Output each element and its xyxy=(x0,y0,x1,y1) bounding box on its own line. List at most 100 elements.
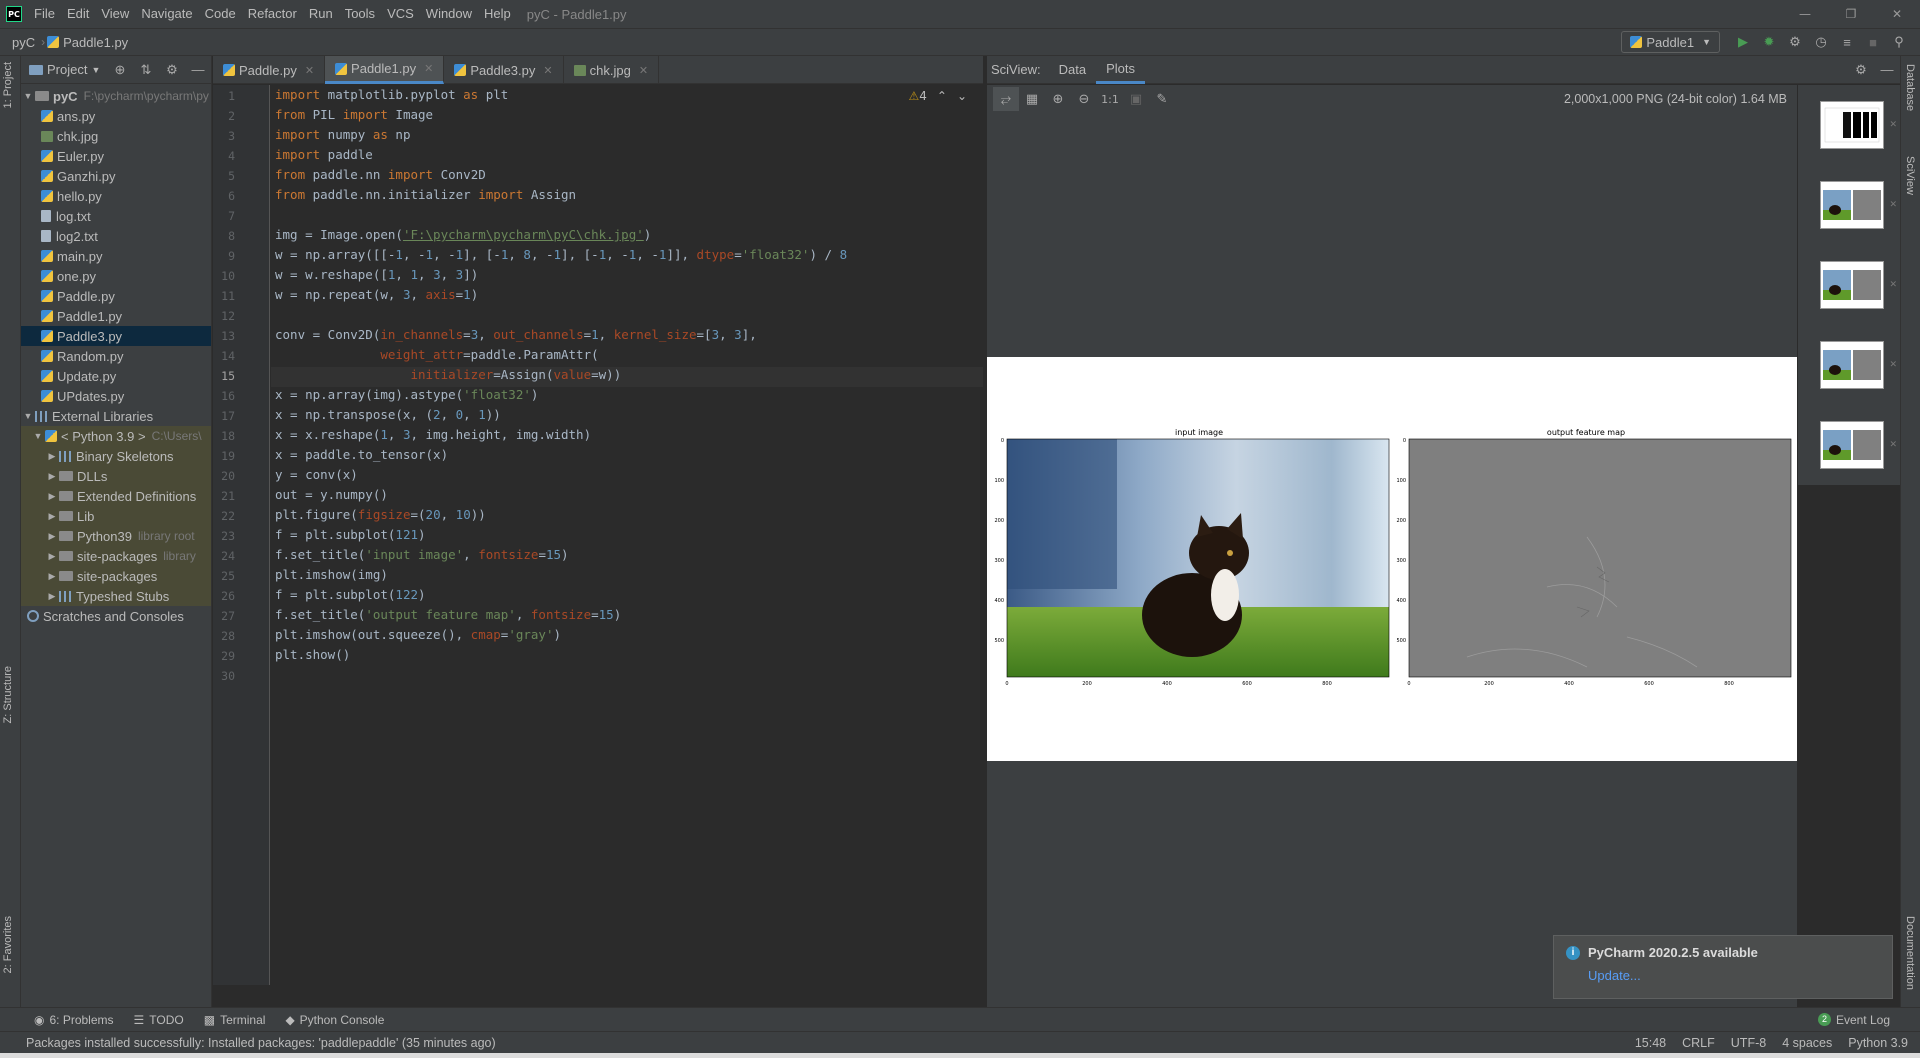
menu-navigate[interactable]: Navigate xyxy=(135,0,198,28)
collapse-all-icon[interactable]: ⇅ xyxy=(133,62,159,78)
breadcrumb-file[interactable]: Paddle1.py xyxy=(47,35,128,50)
project-tool-tab[interactable]: 1: Project xyxy=(2,62,14,108)
gear-icon[interactable]: ⚙ xyxy=(159,62,185,78)
tree-library[interactable]: ▶ site-packages xyxy=(21,566,211,586)
tree-library[interactable]: ▶ Extended Definitions xyxy=(21,486,211,506)
tree-external-libraries[interactable]: ▼ External Libraries xyxy=(21,406,211,426)
tree-library[interactable]: ▶ site-packages library xyxy=(21,546,211,566)
breadcrumb-project[interactable]: pyC xyxy=(0,35,39,50)
sciview-tool-tab[interactable]: SciView xyxy=(1904,156,1916,195)
tree-file[interactable]: log.txt xyxy=(21,206,211,226)
status-encoding[interactable]: UTF-8 xyxy=(1731,1036,1766,1050)
inspection-widget[interactable]: ⚠4 ⌃ ⌄ xyxy=(908,89,967,103)
update-link[interactable]: Update... xyxy=(1588,968,1641,983)
menu-code[interactable]: Code xyxy=(199,0,242,28)
run-icon[interactable]: ▶ xyxy=(1730,31,1756,53)
locate-icon[interactable]: ⊕ xyxy=(107,62,133,78)
coverage-icon[interactable]: ⚙ xyxy=(1782,31,1808,53)
structure-tool-tab[interactable]: Z: Structure xyxy=(2,666,14,723)
status-interpreter[interactable]: Python 3.9 xyxy=(1848,1036,1908,1050)
tree-library[interactable]: ▶ Lib xyxy=(21,506,211,526)
tree-file[interactable]: main.py xyxy=(21,246,211,266)
close-icon[interactable]: ✕ xyxy=(1889,120,1897,130)
menu-refactor[interactable]: Refactor xyxy=(242,0,303,28)
sciview-tab-data[interactable]: Data xyxy=(1049,56,1096,84)
tree-library[interactable]: ▶ Typeshed Stubs xyxy=(21,586,211,606)
tree-file[interactable]: Paddle.py xyxy=(21,286,211,306)
sciview-tab-plots[interactable]: Plots xyxy=(1096,56,1145,84)
tree-file[interactable]: chk.jpg xyxy=(21,126,211,146)
run-configuration-select[interactable]: Paddle1 ▼ xyxy=(1621,31,1720,53)
close-icon[interactable]: ✕ xyxy=(639,64,648,77)
hide-icon[interactable]: — xyxy=(185,62,211,78)
problems-tool-button[interactable]: ◉ 6: Problems xyxy=(0,1013,124,1027)
stop-icon[interactable]: ■ xyxy=(1860,31,1886,53)
tree-file[interactable]: log2.txt xyxy=(21,226,211,246)
restore-icon[interactable]: ❐ xyxy=(1828,0,1874,28)
zoom-out-icon[interactable]: ⊖ xyxy=(1071,87,1097,111)
menu-file[interactable]: File xyxy=(28,0,61,28)
menu-run[interactable]: Run xyxy=(303,0,339,28)
plot-thumbnail-selected[interactable]: ✕ xyxy=(1820,421,1897,469)
status-indent[interactable]: 4 spaces xyxy=(1782,1036,1832,1050)
tree-file[interactable]: hello.py xyxy=(21,186,211,206)
tree-file[interactable]: ans.py xyxy=(21,106,211,126)
profile-icon[interactable]: ◷ xyxy=(1808,31,1834,53)
tree-root[interactable]: ▼ pyC F:\pycharm\pycharm\py xyxy=(21,86,211,106)
menu-tools[interactable]: Tools xyxy=(339,0,381,28)
plot-thumbnail[interactable]: ✕ xyxy=(1820,101,1897,149)
close-icon[interactable]: ✕ xyxy=(424,62,433,75)
run-concurrency-icon[interactable]: ≡ xyxy=(1834,31,1860,53)
chevron-down-icon[interactable]: ⌄ xyxy=(957,89,967,103)
menu-window[interactable]: Window xyxy=(420,0,478,28)
editor-tab[interactable]: Paddle3.py ✕ xyxy=(444,56,564,84)
fit-zoom-icon[interactable]: ⥂ xyxy=(993,87,1019,111)
tree-library[interactable]: ▶ Python39 library root xyxy=(21,526,211,546)
documentation-tool-tab[interactable]: Documentation xyxy=(1904,916,1916,990)
tree-file[interactable]: Random.py xyxy=(21,346,211,366)
status-line-separator[interactable]: CRLF xyxy=(1682,1036,1715,1050)
chevron-down-icon[interactable]: ▼ xyxy=(91,65,100,75)
plot-thumbnail[interactable]: ✕ xyxy=(1820,261,1897,309)
close-icon[interactable]: ✕ xyxy=(1889,360,1897,370)
close-icon[interactable]: ✕ xyxy=(305,64,314,77)
menu-edit[interactable]: Edit xyxy=(61,0,95,28)
status-caret-position[interactable]: 15:48 xyxy=(1635,1036,1666,1050)
tree-python-sdk[interactable]: ▼ < Python 3.9 > C:\Users\ xyxy=(21,426,211,446)
terminal-tool-button[interactable]: ▩ Terminal xyxy=(194,1013,276,1027)
tree-file[interactable]: UPdates.py xyxy=(21,386,211,406)
zoom-in-icon[interactable]: ⊕ xyxy=(1045,87,1071,111)
actual-size-button[interactable]: 1:1 xyxy=(1097,87,1123,111)
gear-icon[interactable]: ⚙ xyxy=(1848,62,1874,78)
close-icon[interactable]: ✕ xyxy=(543,64,552,77)
grid-icon[interactable]: ▦ xyxy=(1019,87,1045,111)
close-icon[interactable]: ✕ xyxy=(1889,200,1897,210)
event-log-button[interactable]: 2 Event Log xyxy=(1817,1013,1890,1027)
close-icon[interactable]: ✕ xyxy=(1889,280,1897,290)
menu-vcs[interactable]: VCS xyxy=(381,0,420,28)
tree-file[interactable]: Ganzhi.py xyxy=(21,166,211,186)
todo-tool-button[interactable]: ☰ TODO xyxy=(124,1013,194,1027)
code-editor[interactable]: ⚠4 ⌃ ⌄ import matplotlib.pyplot as plt f… xyxy=(271,85,983,985)
database-tool-tab[interactable]: Database xyxy=(1904,64,1916,111)
tree-file[interactable]: Paddle1.py xyxy=(21,306,211,326)
status-message[interactable]: Packages installed successfully: Install… xyxy=(0,1036,496,1050)
tree-file[interactable]: Update.py xyxy=(21,366,211,386)
chevron-up-icon[interactable]: ⌃ xyxy=(937,89,947,103)
menu-help[interactable]: Help xyxy=(478,0,517,28)
tree-library[interactable]: ▶ DLLs xyxy=(21,466,211,486)
close-icon[interactable]: ✕ xyxy=(1874,0,1920,28)
plot-thumbnail[interactable]: ✕ xyxy=(1820,181,1897,229)
search-icon[interactable]: ⚲ xyxy=(1886,31,1912,53)
debug-icon[interactable]: ✹ xyxy=(1756,31,1782,53)
tree-library[interactable]: ▶ Binary Skeletons xyxy=(21,446,211,466)
minimize-icon[interactable]: — xyxy=(1782,0,1828,28)
editor-tab-active[interactable]: Paddle1.py ✕ xyxy=(325,56,445,84)
tree-file[interactable]: one.py xyxy=(21,266,211,286)
background-icon[interactable]: ▣ xyxy=(1123,87,1149,111)
tree-file[interactable]: Euler.py xyxy=(21,146,211,166)
color-picker-icon[interactable]: ✎ xyxy=(1149,87,1175,111)
editor-tab[interactable]: chk.jpg ✕ xyxy=(564,56,660,84)
tree-scratches[interactable]: Scratches and Consoles xyxy=(21,606,211,626)
editor-tab[interactable]: Paddle.py ✕ xyxy=(213,56,326,84)
